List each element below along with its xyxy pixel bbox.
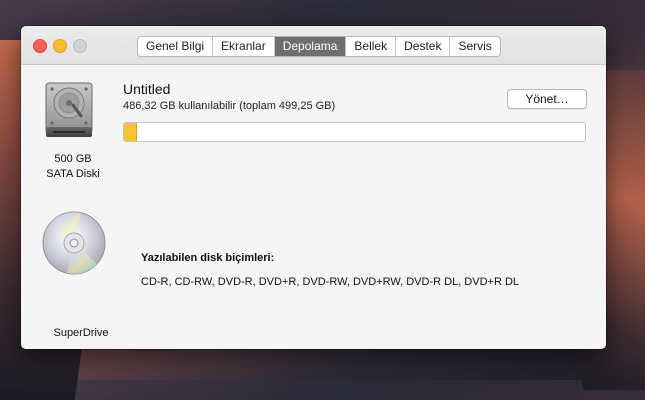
disk-caption: 500 GB SATA Diski	[25, 152, 121, 182]
tab-bar: Genel Bilgi Ekranlar Depolama Bellek Des…	[137, 36, 501, 57]
storage-usage-bar	[123, 122, 586, 142]
disk-type-label: SATA Diski	[46, 168, 100, 180]
hard-drive-icon	[45, 82, 93, 137]
tab-ekranlar[interactable]: Ekranlar	[213, 37, 275, 56]
volume-capacity-detail: 486,32 GB kullanılabilir (toplam 499,25 …	[123, 100, 336, 112]
tab-servis[interactable]: Servis	[450, 37, 499, 56]
manage-button[interactable]: Yönet…	[507, 89, 587, 109]
tab-depolama[interactable]: Depolama	[274, 37, 347, 56]
tab-bellek[interactable]: Bellek	[346, 37, 397, 56]
title-bar: Genel Bilgi Ekranlar Depolama Bellek Des…	[21, 26, 606, 65]
optical-disc-icon	[42, 211, 106, 275]
tab-genel-bilgi[interactable]: Genel Bilgi	[138, 37, 214, 56]
storage-panel: 500 GB SATA Diski Untitled 486,32 GB kul…	[21, 65, 606, 349]
writable-formats-list: CD-R, CD-RW, DVD-R, DVD+R, DVD-RW, DVD+R…	[141, 276, 520, 288]
zoom-window-button[interactable]	[73, 39, 87, 53]
writable-formats-heading: Yazılabilen disk biçimleri:	[141, 252, 275, 264]
close-window-button[interactable]	[33, 39, 47, 53]
disk-capacity-label: 500 GB	[54, 153, 92, 165]
superdrive-label: SuperDrive	[53, 327, 109, 339]
minimize-window-button[interactable]	[53, 39, 67, 53]
about-this-mac-window: Genel Bilgi Ekranlar Depolama Bellek Des…	[21, 26, 606, 349]
tab-destek[interactable]: Destek	[396, 37, 451, 56]
storage-usage-fill	[124, 123, 137, 141]
volume-name: Untitled	[123, 81, 171, 97]
